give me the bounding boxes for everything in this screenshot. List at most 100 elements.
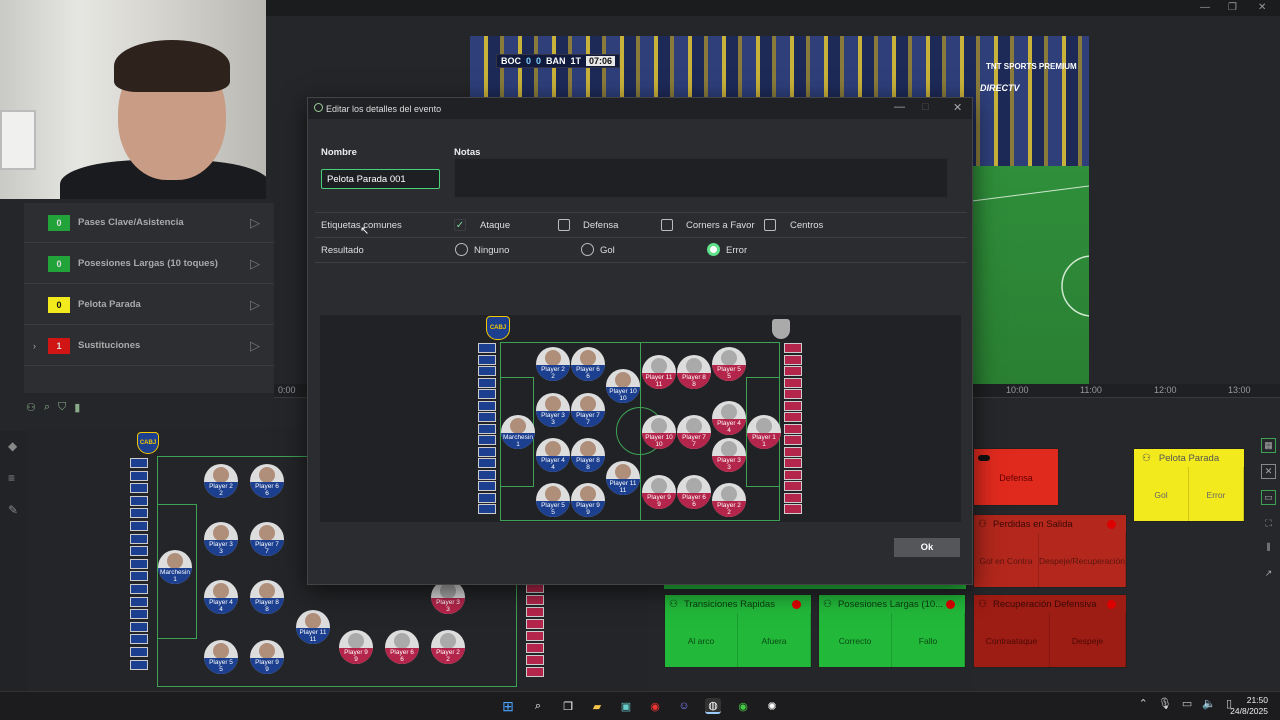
search-icon[interactable]: ⌕ <box>44 401 50 417</box>
bench-player[interactable] <box>478 446 496 457</box>
player-token[interactable]: Player 33 <box>204 522 238 556</box>
bench-player[interactable] <box>478 458 496 468</box>
shield-icon[interactable]: ⛉ <box>58 401 66 417</box>
gol-button[interactable]: Gol <box>1134 467 1189 522</box>
bench-player[interactable] <box>478 481 496 491</box>
player-token[interactable]: Player 66 <box>677 475 711 509</box>
despeje-recuperacion-button[interactable]: Despeje/Recuperación <box>1039 533 1126 588</box>
bench-player[interactable] <box>784 389 802 399</box>
bench-player[interactable] <box>784 458 802 468</box>
notes-textarea[interactable] <box>454 158 948 198</box>
player-token[interactable]: Player 33 <box>536 393 570 427</box>
bench-player[interactable] <box>784 435 802 445</box>
pen-icon[interactable]: ✎ <box>8 503 18 517</box>
bench-player[interactable] <box>784 492 802 503</box>
clock[interactable]: 21:50 24/8/2025 <box>1230 695 1268 717</box>
bench-player[interactable] <box>526 595 544 605</box>
bench-player[interactable] <box>478 469 496 480</box>
bench-player[interactable] <box>784 504 802 514</box>
bench-player[interactable] <box>130 571 148 582</box>
bench-player[interactable] <box>784 469 802 480</box>
bench-player[interactable] <box>130 470 148 481</box>
start-icon[interactable]: ⊞ <box>500 698 516 714</box>
restore-icon[interactable]: ❐ <box>1228 2 1237 13</box>
player-token[interactable]: Player 22 <box>536 347 570 381</box>
centros-checkbox[interactable] <box>764 219 776 231</box>
bench-player[interactable] <box>784 377 802 388</box>
name-input[interactable] <box>321 169 440 189</box>
event-row[interactable]: 0 Pases Clave/Asistencia ▷ <box>24 203 274 243</box>
bench-player[interactable] <box>478 343 496 353</box>
bench-player[interactable] <box>130 609 148 620</box>
player-token[interactable]: Player 88 <box>571 438 605 472</box>
player-token[interactable]: Player 99 <box>642 475 676 509</box>
player-token[interactable]: Player 11 11 <box>296 610 330 644</box>
player-token[interactable]: Player 44 <box>536 438 570 472</box>
bench-player[interactable] <box>478 400 496 411</box>
defensa-checkbox[interactable] <box>558 219 570 231</box>
event-row[interactable]: 0 Pelota Parada ▷ <box>24 285 274 325</box>
play-icon[interactable]: ▷ <box>250 297 260 313</box>
bench-player[interactable] <box>130 495 148 506</box>
gol-radio[interactable] <box>581 243 594 256</box>
minus-square-icon[interactable]: ▭ <box>1261 490 1276 505</box>
bench-player[interactable] <box>130 634 148 645</box>
chrome-alt-icon[interactable]: ◉ <box>735 698 751 714</box>
mic-icon[interactable]: 🎙 <box>1158 697 1172 710</box>
posesiones-tile[interactable]: ⚇ Posesiones Largas (10... Correcto Fallo <box>818 594 966 668</box>
minimize-icon[interactable]: — <box>1200 2 1210 13</box>
player-token[interactable]: Player 22 <box>431 630 465 664</box>
chevron-right-icon[interactable]: › <box>33 341 36 351</box>
player-token[interactable]: Marchesin 1 <box>158 550 192 584</box>
bench-player[interactable] <box>478 366 496 376</box>
player-token[interactable]: Player 88 <box>250 580 284 614</box>
player-token[interactable]: Marchesin 1 <box>501 415 535 449</box>
player-token[interactable]: Player 11 11 <box>606 461 640 495</box>
ninguno-radio[interactable] <box>455 243 468 256</box>
shield-outline-icon[interactable]: ▮ <box>74 401 80 417</box>
external-link-icon[interactable]: ↗ <box>1261 566 1276 581</box>
gol-en-contra-button[interactable]: Gol en Contra <box>974 533 1039 588</box>
defensa-button[interactable]: Defensa <box>973 448 1059 506</box>
player-token[interactable]: Player 11 11 <box>642 355 676 389</box>
player-token[interactable]: Player 55 <box>204 640 238 674</box>
al-arco-button[interactable]: Al arco <box>665 613 738 668</box>
player-token[interactable]: Player 66 <box>571 347 605 381</box>
bench-player[interactable] <box>478 504 496 514</box>
bench-player[interactable] <box>130 508 148 519</box>
bench-player[interactable] <box>784 400 802 411</box>
app-icon[interactable]: ◍ <box>705 698 721 714</box>
bench-player[interactable] <box>784 412 802 422</box>
player-token[interactable]: Player 55 <box>712 347 746 381</box>
contraataque-button[interactable]: Contraataque <box>974 613 1050 668</box>
ataque-checkbox[interactable]: ✓ <box>454 219 466 231</box>
bench-player[interactable] <box>130 584 148 594</box>
tool-icon[interactable]: ✺ <box>764 698 780 714</box>
chevron-up-icon[interactable]: ⌃ <box>1139 697 1148 710</box>
player-token[interactable]: Player 33 <box>712 438 746 472</box>
ok-button[interactable]: Ok <box>894 538 960 557</box>
play-icon[interactable]: ▷ <box>250 256 260 272</box>
task-view-icon[interactable]: ❐ <box>560 698 576 714</box>
tag-icon[interactable]: ◆ <box>8 439 17 453</box>
columns-icon[interactable]: ⫼ <box>1261 540 1276 555</box>
player-token[interactable]: Player 99 <box>339 630 373 664</box>
bench-player[interactable] <box>130 521 148 531</box>
player-token[interactable]: Player 11 <box>747 415 781 449</box>
close-icon[interactable]: ✕ <box>1258 2 1266 13</box>
player-token[interactable]: Player 77 <box>571 393 605 427</box>
bench-player[interactable] <box>784 354 802 365</box>
player-token[interactable]: Player 44 <box>712 401 746 435</box>
player-token[interactable]: Player 88 <box>677 355 711 389</box>
player-token[interactable]: Player 10 10 <box>642 415 676 449</box>
folder-icon[interactable]: ▰ <box>589 698 605 714</box>
correcto-button[interactable]: Correcto <box>819 613 892 668</box>
pelota-parada-tile[interactable]: ⚇ Pelota Parada Gol Error <box>1133 448 1245 522</box>
error-radio[interactable] <box>707 243 720 256</box>
event-row[interactable]: 0 Posesiones Largas (10 toques) ▷ <box>24 244 274 284</box>
player-token[interactable]: Player 33 <box>431 580 465 614</box>
bench-player[interactable] <box>130 659 148 670</box>
bench-player[interactable] <box>130 596 148 607</box>
close-square-icon[interactable]: ✕ <box>1261 464 1276 479</box>
despeje-button[interactable]: Despeje <box>1050 613 1126 668</box>
